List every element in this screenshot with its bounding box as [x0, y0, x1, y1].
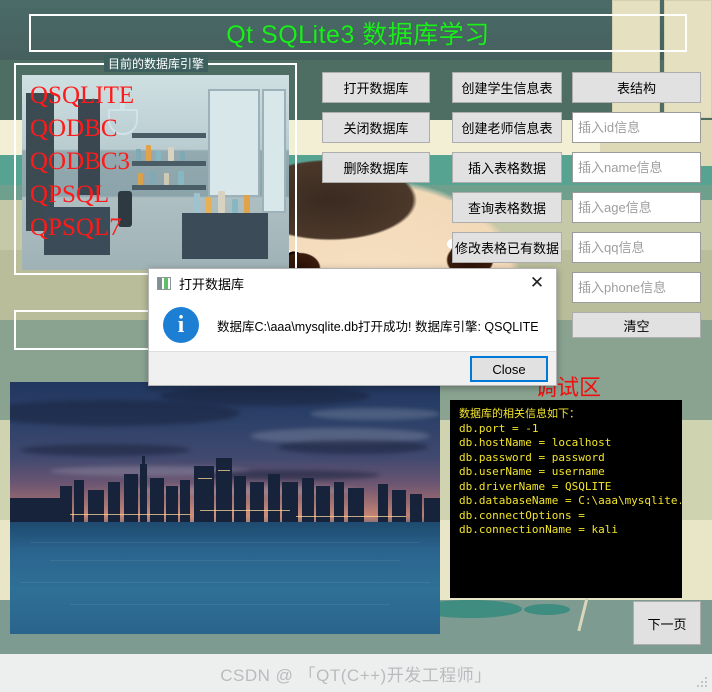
debug-console-text: 数据库的相关信息如下： db.port = -1 db.hostName = l… — [459, 407, 681, 536]
insert-phone-input[interactable] — [572, 272, 701, 303]
open-database-dialog: 打开数据库 ✕ i 数据库C:\aaa\mysqlite.db打开成功! 数据库… — [148, 268, 557, 386]
insert-age-input[interactable] — [572, 192, 701, 223]
dialog-footer: Close — [149, 351, 556, 385]
page-title: Qt SQLite3 数据库学习 — [226, 21, 490, 49]
engine-group-title: 目前的数据库引擎 — [104, 55, 209, 72]
open-database-button[interactable]: 打开数据库 — [322, 72, 430, 103]
insert-qq-input[interactable] — [572, 232, 701, 263]
dialog-close-button[interactable]: Close — [470, 356, 548, 382]
dialog-title: 打开数据库 — [179, 276, 245, 292]
modify-table-data-button[interactable]: 修改表格已有数据 — [452, 232, 562, 263]
clear-button[interactable]: 清空 — [572, 312, 701, 338]
insert-name-input[interactable] — [572, 152, 701, 183]
info-icon: i — [163, 307, 199, 343]
dialog-title-bar: 打开数据库 ✕ — [149, 269, 556, 297]
resize-grip[interactable] — [697, 677, 709, 689]
next-page-button[interactable]: 下一页 — [633, 601, 701, 645]
qt-window-icon — [157, 276, 171, 290]
engine-group-box: 目前的数据库引擎 QSQLITE QODBC QODBC3 QPSQL QPSQ… — [14, 55, 297, 275]
insert-table-data-button[interactable]: 插入表格数据 — [452, 152, 562, 183]
application-window: Qt SQLite3 数据库学习 目前的数据库引擎 QSQLITE QODBC … — [0, 0, 712, 692]
insert-id-input[interactable] — [572, 112, 701, 143]
create-teacher-table-button[interactable]: 创建老师信息表 — [452, 112, 562, 143]
table-structure-button[interactable]: 表结构 — [572, 72, 701, 103]
debug-console[interactable]: 数据库的相关信息如下： db.port = -1 db.hostName = l… — [450, 400, 682, 598]
csdn-watermark: CSDN @ 「QT(C++)开发工程师」 — [220, 665, 492, 685]
engine-list-text: QSQLITE QODBC QODBC3 QPSQL QPSQL7 — [30, 82, 135, 241]
dialog-message: 数据库C:\aaa\mysqlite.db打开成功! 数据库引擎: QSQLIT… — [217, 319, 539, 334]
delete-database-button[interactable]: 删除数据库 — [322, 152, 430, 183]
create-student-table-button[interactable]: 创建学生信息表 — [452, 72, 562, 103]
query-table-data-button[interactable]: 查询表格数据 — [452, 192, 562, 223]
dialog-body: i 数据库C:\aaa\mysqlite.db打开成功! 数据库引擎: QSQL… — [149, 297, 556, 353]
watermark-bar: CSDN @ 「QT(C++)开发工程师」 — [0, 654, 712, 692]
close-database-button[interactable]: 关闭数据库 — [322, 112, 430, 143]
city-skyline-image — [10, 382, 440, 634]
engine-list-view[interactable]: QSQLITE QODBC QODBC3 QPSQL QPSQL7 — [22, 75, 289, 270]
page-title-frame: Qt SQLite3 数据库学习 — [29, 14, 687, 52]
close-icon[interactable]: ✕ — [524, 271, 550, 295]
